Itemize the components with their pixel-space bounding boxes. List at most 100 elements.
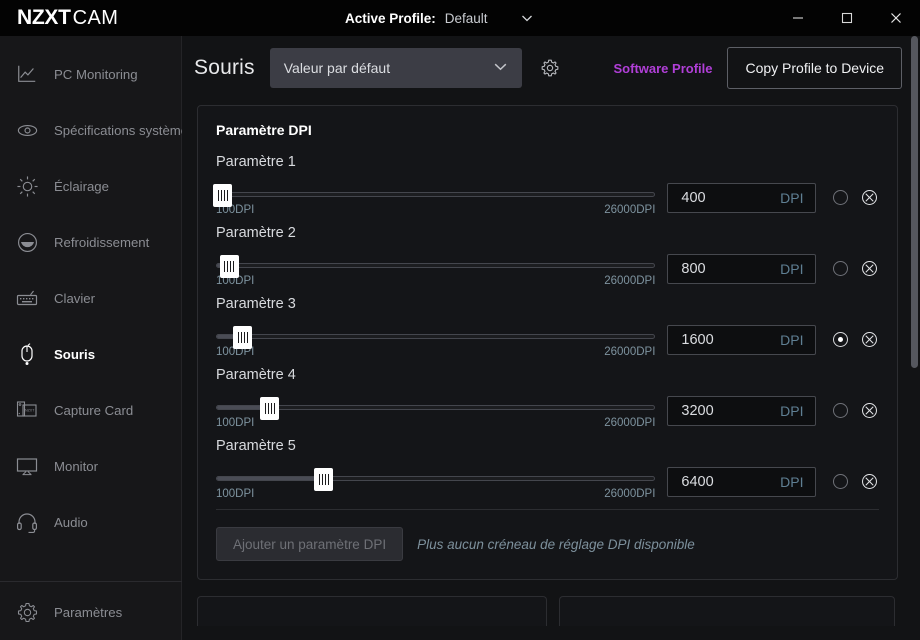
dpi-stage-radio-3[interactable] bbox=[833, 332, 848, 347]
grip-line bbox=[224, 190, 225, 201]
dpi-card-footer: Ajouter un paramètre DPI Plus aucun crén… bbox=[216, 510, 879, 579]
mouse-icon bbox=[14, 341, 40, 367]
dpi-unit-label: DPI bbox=[780, 261, 803, 277]
dpi-slider-range-labels: 100DPI26000DPI bbox=[216, 275, 655, 287]
grip-line bbox=[319, 474, 320, 485]
dpi-slider-thumb[interactable] bbox=[314, 468, 333, 491]
dpi-row-label: Paramètre 4 bbox=[216, 367, 879, 383]
scrollbar-thumb[interactable] bbox=[911, 36, 918, 368]
delete-dpi-stage-button[interactable] bbox=[859, 471, 879, 491]
grip-line bbox=[328, 474, 329, 485]
dpi-slider[interactable]: 100DPI26000DPI bbox=[216, 183, 655, 216]
dpi-value-text: 3200 bbox=[681, 403, 713, 419]
panel-peek-left[interactable] bbox=[197, 596, 547, 626]
dpi-slider-track[interactable] bbox=[216, 476, 655, 481]
sidebar-item-mouse[interactable]: Souris bbox=[0, 326, 181, 382]
active-profile-label: Active Profile: bbox=[345, 11, 436, 26]
software-profile-link[interactable]: Software Profile bbox=[614, 61, 713, 76]
maximize-button[interactable] bbox=[822, 0, 871, 36]
sidebar-item-system-specs[interactable]: Spécifications système bbox=[0, 102, 181, 158]
dpi-slider[interactable]: 100DPI26000DPI bbox=[216, 325, 655, 358]
chevron-down-icon[interactable] bbox=[519, 10, 535, 26]
sidebar-label-audio: Audio bbox=[54, 515, 88, 530]
dpi-value-input[interactable]: 800DPI bbox=[667, 254, 816, 284]
dpi-slider-track[interactable] bbox=[216, 405, 655, 410]
delete-dpi-stage-button[interactable] bbox=[859, 187, 879, 207]
sidebar-divider bbox=[0, 581, 182, 582]
dpi-slider-track[interactable] bbox=[216, 334, 655, 339]
minimize-button[interactable] bbox=[773, 0, 822, 36]
sidebar-label-monitor: Monitor bbox=[54, 459, 98, 474]
grip-line bbox=[238, 332, 239, 343]
dpi-slider-thumb[interactable] bbox=[233, 326, 252, 349]
add-dpi-setting-button[interactable]: Ajouter un paramètre DPI bbox=[216, 527, 403, 561]
sidebar-item-cooling[interactable]: Refroidissement bbox=[0, 214, 181, 270]
panel-peek-right[interactable] bbox=[559, 596, 895, 626]
gear-icon bbox=[540, 58, 560, 78]
delete-dpi-stage-button[interactable] bbox=[859, 329, 879, 349]
dpi-value-input[interactable]: 6400DPI bbox=[667, 467, 816, 497]
mouse-page-header: Souris Valeur par défaut Software Profil… bbox=[182, 36, 920, 100]
logo-nzxt-text: NZXT bbox=[17, 6, 71, 30]
dpi-row-controls: 100DPI26000DPI 400DPI bbox=[216, 183, 879, 216]
dpi-slider[interactable]: 100DPI26000DPI bbox=[216, 396, 655, 429]
dpi-stage-radio-2[interactable] bbox=[833, 261, 848, 276]
main-content: Souris Valeur par défaut Software Profil… bbox=[182, 36, 920, 640]
sidebar-item-monitor[interactable]: Monitor bbox=[0, 438, 181, 494]
below-fold-panels bbox=[197, 596, 898, 626]
dpi-slider[interactable]: 100DPI26000DPI bbox=[216, 467, 655, 500]
dpi-value-input[interactable]: 400DPI bbox=[667, 183, 816, 213]
dpi-slider[interactable]: 100DPI26000DPI bbox=[216, 254, 655, 287]
dpi-slider-track[interactable] bbox=[216, 263, 655, 268]
circle-x-icon bbox=[861, 260, 878, 277]
dpi-value-input[interactable]: 3200DPI bbox=[667, 396, 816, 426]
dpi-stage-radio-1[interactable] bbox=[833, 190, 848, 205]
dpi-unit-label: DPI bbox=[780, 474, 803, 490]
delete-dpi-stage-button[interactable] bbox=[859, 400, 879, 420]
dpi-row-label: Paramètre 2 bbox=[216, 225, 879, 241]
dpi-row-controls: 100DPI26000DPI 800DPI bbox=[216, 254, 879, 287]
main-scrollbar[interactable] bbox=[909, 36, 920, 640]
sidebar-nav-list: PC Monitoring Spécifications système bbox=[0, 36, 181, 550]
sidebar-item-keyboard[interactable]: Clavier bbox=[0, 270, 181, 326]
cooling-icon bbox=[14, 229, 40, 255]
dpi-stage-radio-5[interactable] bbox=[833, 474, 848, 489]
sidebar-item-capture-card[interactable]: NZXT Capture Card bbox=[0, 382, 181, 438]
dpi-value-input[interactable]: 1600DPI bbox=[667, 325, 816, 355]
dpi-slider-thumb[interactable] bbox=[260, 397, 279, 420]
profile-settings-gear-button[interactable] bbox=[536, 54, 564, 82]
mouse-profile-select[interactable]: Valeur par défaut bbox=[270, 48, 522, 88]
copy-profile-to-device-button[interactable]: Copy Profile to Device bbox=[727, 47, 902, 89]
page-title: Souris bbox=[194, 56, 255, 80]
grip-line bbox=[274, 403, 275, 414]
chart-line-icon bbox=[14, 61, 40, 87]
dpi-row-label: Paramètre 5 bbox=[216, 438, 879, 454]
dpi-stage-radio-4[interactable] bbox=[833, 403, 848, 418]
grip-line bbox=[221, 190, 222, 201]
grip-line bbox=[268, 403, 269, 414]
grip-line bbox=[233, 261, 234, 272]
sidebar-item-pc-monitoring[interactable]: PC Monitoring bbox=[0, 46, 181, 102]
mouse-profile-select-value: Valeur par défaut bbox=[284, 60, 390, 76]
dpi-row: Paramètre 1100DPI26000DPI400DPI bbox=[216, 154, 879, 216]
dpi-settings-card: Paramètre DPI Paramètre 1100DPI26000DPI4… bbox=[197, 105, 898, 580]
dpi-slider-track[interactable] bbox=[216, 192, 655, 197]
dpi-slider-range-labels: 100DPI26000DPI bbox=[216, 346, 655, 358]
active-profile-value: Default bbox=[445, 11, 488, 26]
dpi-slider-thumb[interactable] bbox=[220, 255, 239, 278]
delete-dpi-stage-button[interactable] bbox=[859, 258, 879, 278]
sidebar-item-audio[interactable]: Audio bbox=[0, 494, 181, 550]
keyboard-icon bbox=[14, 285, 40, 311]
active-profile-selector[interactable]: Active Profile: Default bbox=[345, 0, 535, 36]
grip-line bbox=[224, 261, 225, 272]
sidebar-item-settings[interactable]: Paramètres bbox=[0, 584, 182, 640]
sidebar-item-lighting[interactable]: Éclairage bbox=[0, 158, 181, 214]
dpi-slider-max-label: 26000DPI bbox=[604, 204, 655, 216]
dpi-value-text: 400 bbox=[681, 190, 705, 206]
close-button[interactable] bbox=[871, 0, 920, 36]
sidebar: PC Monitoring Spécifications système bbox=[0, 36, 182, 640]
window-controls bbox=[773, 0, 920, 36]
dpi-slider-thumb[interactable] bbox=[213, 184, 232, 207]
monitor-icon bbox=[14, 453, 40, 479]
dpi-row: Paramètre 4 100DPI26000DPI 3200DPI bbox=[216, 367, 879, 429]
